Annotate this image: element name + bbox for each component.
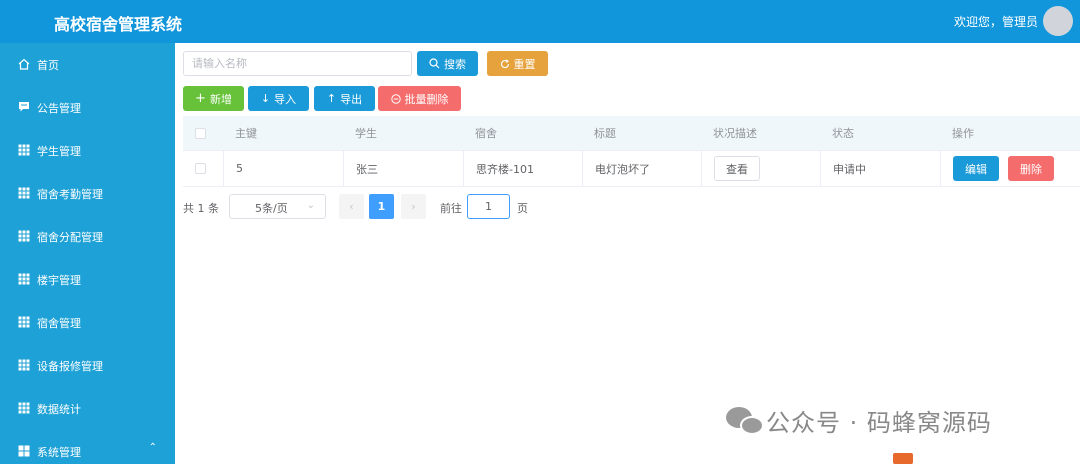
total-count: 共 1 条 bbox=[183, 202, 219, 215]
pagination: 共 1 条 5条/页 ⌄ ‹ 1 › 前往 页 bbox=[183, 194, 683, 219]
arrow-down-icon: ↓ bbox=[260, 92, 271, 105]
column-header-title: 标题 bbox=[594, 127, 616, 140]
sidebar-item-announcements[interactable]: 公告管理 bbox=[0, 86, 175, 129]
data-table: 主键 学生 宿舍 标题 状况描述 状态 操作 5 张三 思齐楼-101 电灯泡坏… bbox=[183, 116, 1080, 187]
sidebar-item-students[interactable]: 学生管理 bbox=[0, 129, 175, 172]
goto-label: 前往 bbox=[440, 202, 462, 215]
sidebar-item-repairs[interactable]: 设备报修管理 bbox=[0, 344, 175, 387]
cell-description: 查看 bbox=[701, 151, 820, 186]
column-header-id: 主键 bbox=[235, 127, 257, 140]
sidebar-item-label: 宿舍分配管理 bbox=[37, 231, 103, 244]
sidebar-item-label: 首页 bbox=[37, 59, 59, 72]
grid-icon bbox=[18, 402, 30, 414]
chevron-left-icon: ‹ bbox=[349, 200, 354, 213]
column-header-dorm: 宿舍 bbox=[475, 127, 497, 140]
sidebar-item-label: 数据统计 bbox=[37, 403, 81, 416]
wechat-icon bbox=[724, 403, 766, 437]
sidebar-item-system[interactable]: 系统管理 ⌃ bbox=[0, 430, 175, 464]
reset-button-label: 重置 bbox=[513, 57, 536, 71]
grid-icon bbox=[18, 187, 30, 199]
cell-title: 电灯泡坏了 bbox=[582, 151, 701, 186]
batch-delete-button[interactable]: 批量删除 bbox=[378, 86, 461, 111]
import-button[interactable]: ↓ 导入 bbox=[248, 86, 309, 111]
cell-student: 张三 bbox=[343, 151, 463, 186]
home-icon bbox=[18, 58, 30, 70]
table-header: 主键 学生 宿舍 标题 状况描述 状态 操作 bbox=[183, 116, 1080, 151]
cell-id: 5 bbox=[223, 151, 343, 186]
row-checkbox[interactable] bbox=[195, 163, 206, 174]
avatar[interactable] bbox=[1043, 6, 1073, 36]
search-button[interactable]: 搜索 bbox=[417, 51, 478, 76]
chevron-right-icon: › bbox=[411, 200, 416, 213]
sidebar-item-label: 楼宇管理 bbox=[37, 274, 81, 287]
refresh-icon bbox=[500, 58, 509, 68]
grid-icon bbox=[18, 273, 30, 285]
batch-delete-button-label: 批量删除 bbox=[404, 92, 449, 106]
page-size-value: 5条/页 bbox=[255, 202, 288, 215]
search-icon bbox=[429, 58, 440, 69]
chevron-up-icon: ⌃ bbox=[148, 442, 157, 453]
sidebar-item-label: 学生管理 bbox=[37, 145, 81, 158]
arrow-up-icon: ↑ bbox=[326, 92, 337, 105]
logo-icon bbox=[893, 453, 913, 464]
plus-icon: + bbox=[195, 91, 206, 106]
app-title: 高校宿舍管理系统 bbox=[54, 15, 183, 34]
page-unit-label: 页 bbox=[517, 202, 528, 215]
sidebar-item-label: 系统管理 bbox=[37, 446, 81, 459]
sidebar-item-label: 设备报修管理 bbox=[37, 360, 103, 373]
cell-actions: 编辑 删除 bbox=[940, 151, 1080, 186]
remove-circle-icon bbox=[390, 93, 401, 104]
prev-page-button[interactable]: ‹ bbox=[339, 194, 364, 219]
sidebar-item-dorms[interactable]: 宿舍管理 bbox=[0, 301, 175, 344]
column-header-status: 状态 bbox=[832, 127, 854, 140]
grid-icon bbox=[18, 316, 30, 328]
import-button-label: 导入 bbox=[274, 92, 297, 106]
top-header: 高校宿舍管理系统 欢迎您，管理员 bbox=[0, 0, 1080, 43]
chevron-down-icon: ⌄ bbox=[306, 200, 315, 211]
sidebar-item-label: 公告管理 bbox=[37, 102, 81, 115]
search-input[interactable] bbox=[183, 51, 412, 76]
reset-button[interactable]: 重置 bbox=[487, 51, 548, 76]
grid-icon bbox=[18, 230, 30, 242]
export-button[interactable]: ↑ 导出 bbox=[314, 86, 375, 111]
sidebar-item-label: 宿舍管理 bbox=[37, 317, 81, 330]
watermark-text: 公众号 · 码蜂窝源码 bbox=[766, 408, 992, 437]
sidebar-item-home[interactable]: 首页 bbox=[0, 43, 175, 86]
column-header-student: 学生 bbox=[355, 127, 377, 140]
add-button-label: 新增 bbox=[209, 92, 232, 106]
sidebar-item-buildings[interactable]: 楼宇管理 bbox=[0, 258, 175, 301]
edit-button[interactable]: 编辑 bbox=[953, 156, 999, 181]
grid-icon bbox=[18, 144, 30, 156]
menu-icon bbox=[18, 445, 30, 457]
main-content: 搜索 重置 + 新增 ↓ 导入 ↑ 导出 批量删除 主键 学生 宿舍 标题 状况… bbox=[175, 43, 1080, 464]
select-all-checkbox[interactable] bbox=[195, 127, 206, 139]
view-description-button[interactable]: 查看 bbox=[714, 156, 760, 181]
row-select-cell bbox=[183, 151, 223, 186]
welcome-text: 欢迎您，管理员 bbox=[953, 15, 1038, 29]
sidebar-item-attendance[interactable]: 宿舍考勤管理 bbox=[0, 172, 175, 215]
export-button-label: 导出 bbox=[340, 92, 363, 106]
delete-button[interactable]: 删除 bbox=[1008, 156, 1054, 181]
sidebar-item-label: 宿舍考勤管理 bbox=[37, 188, 103, 201]
goto-page-input[interactable] bbox=[467, 194, 510, 219]
sidebar-item-statistics[interactable]: 数据统计 bbox=[0, 387, 175, 430]
sidebar: 首页 公告管理 学生管理 宿舍考勤管理 宿舍分配管理 楼宇管理 宿舍管理 设备报… bbox=[0, 43, 175, 464]
select-all-cell bbox=[183, 116, 223, 150]
message-icon bbox=[19, 102, 29, 112]
watermark: 公众号 · 码蜂窝源码 bbox=[724, 403, 992, 437]
page-number-active[interactable]: 1 bbox=[369, 194, 394, 219]
cell-dorm: 思齐楼-101 bbox=[463, 151, 582, 186]
add-button[interactable]: + 新增 bbox=[183, 86, 244, 111]
search-button-label: 搜索 bbox=[444, 57, 466, 71]
table-row: 5 张三 思齐楼-101 电灯泡坏了 查看 申请中 编辑 删除 bbox=[183, 151, 1080, 187]
page-size-select[interactable]: 5条/页 ⌄ bbox=[229, 194, 326, 219]
next-page-button[interactable]: › bbox=[401, 194, 426, 219]
cell-status: 申请中 bbox=[820, 151, 940, 186]
sidebar-item-allocation[interactable]: 宿舍分配管理 bbox=[0, 215, 175, 258]
column-header-description: 状况描述 bbox=[713, 127, 757, 140]
column-header-actions: 操作 bbox=[952, 127, 974, 140]
grid-icon bbox=[18, 359, 30, 371]
